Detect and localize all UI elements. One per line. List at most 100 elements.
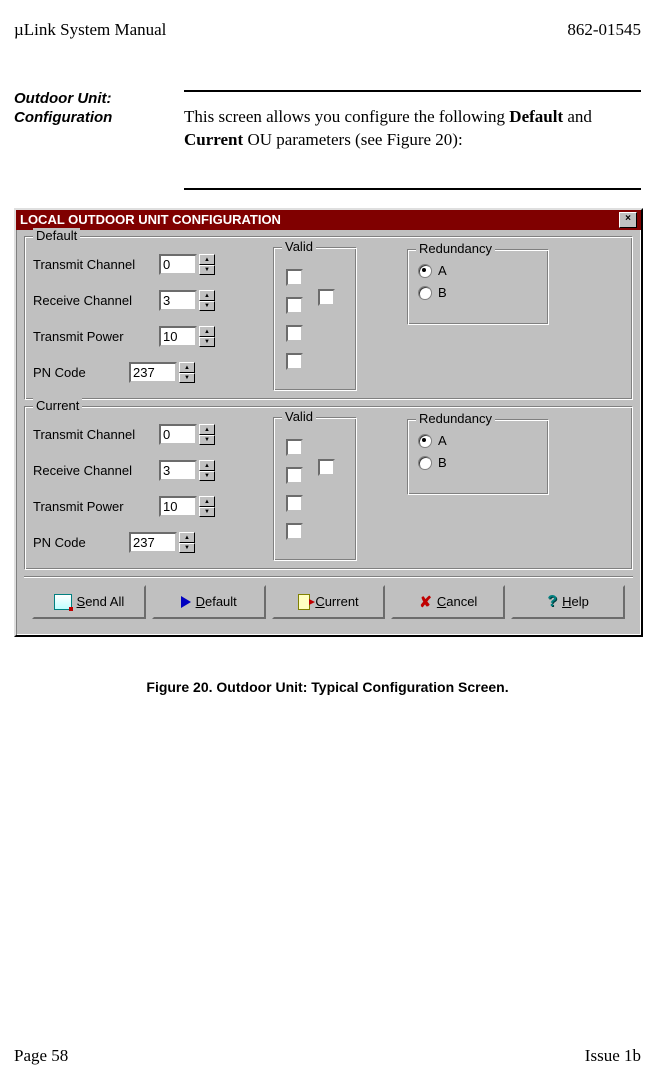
send-all-button[interactable]: Send All [32,585,146,619]
current-valid-check-4[interactable] [286,523,303,540]
default-valid-check-2[interactable] [286,297,303,314]
issue-number: Issue 1b [585,1046,641,1066]
default-button[interactable]: Default [152,585,266,619]
current-valid-check-3[interactable] [286,495,303,512]
current-tx-power-input[interactable] [159,496,197,517]
current-button[interactable]: Current [272,585,386,619]
dialog-title: LOCAL OUTDOOR UNIT CONFIGURATION [20,212,281,227]
help-button[interactable]: ? Help [511,585,625,619]
group-default-legend: Default [33,228,80,243]
default-valid-group: Valid [273,247,357,391]
default-pn-code-input[interactable] [129,362,177,383]
group-default: Default Transmit Channel ▲▼ Receive Chan… [24,236,633,400]
radio-icon[interactable] [418,456,432,470]
spin-down-icon[interactable]: ▼ [199,301,215,312]
current-tx-channel-spinner[interactable]: ▲▼ [159,424,215,445]
current-redundancy-a-row[interactable]: A [418,430,538,452]
page-footer: Page 58 Issue 1b [14,1046,641,1066]
spin-up-icon[interactable]: ▲ [199,254,215,265]
current-pn-code-input[interactable] [129,532,177,553]
current-valid-check-2[interactable] [286,467,303,484]
default-redundancy-group: Redundancy A B [407,249,549,325]
spin-up-icon[interactable]: ▲ [199,496,215,507]
current-redundancy-group: Redundancy A B [407,419,549,495]
current-redundancy-a-label: A [438,433,447,448]
group-current-legend: Current [33,398,82,413]
current-valid-check-1[interactable] [286,439,303,456]
arrow-right-icon [181,596,191,608]
default-valid-check-3[interactable] [286,325,303,342]
default-accel: D [196,594,205,609]
spin-up-icon[interactable]: ▲ [179,532,195,543]
help-text: elp [571,594,588,609]
default-tx-channel-label: Transmit Channel [33,257,153,272]
default-valid-check-1[interactable] [286,269,303,286]
doc-title: µLink System Manual [14,20,166,40]
close-button[interactable]: × [619,212,637,228]
default-redundancy-a-row[interactable]: A [418,260,538,282]
cancel-accel: C [437,594,446,609]
current-tx-power-spinner[interactable]: ▲▼ [159,496,215,517]
current-text: urrent [325,594,359,609]
spin-down-icon[interactable]: ▼ [199,471,215,482]
outdoor-unit-side-title: Outdoor Unit: Configuration [14,90,164,190]
current-valid-check-extra[interactable] [318,459,335,476]
spin-down-icon[interactable]: ▼ [199,265,215,276]
default-valid-check-4[interactable] [286,353,303,370]
radio-icon[interactable] [418,264,432,278]
spin-up-icon[interactable]: ▲ [199,326,215,337]
spin-down-icon[interactable]: ▼ [179,373,195,384]
body-text: This screen allows you configure the fol… [184,107,509,126]
current-fields: Transmit Channel ▲▼ Receive Channel ▲▼ [33,417,263,561]
side-title-line2: Configuration [14,109,112,126]
current-rx-channel-spinner[interactable]: ▲▼ [159,460,215,481]
current-redundancy-b-row[interactable]: B [418,452,538,474]
default-pn-code-label: PN Code [33,365,123,380]
page-number: Page 58 [14,1046,68,1066]
current-accel: C [315,594,324,609]
send-all-accel: S [77,594,86,609]
body-bold-current: Current [184,130,243,149]
current-valid-legend: Valid [282,409,316,424]
cancel-button[interactable]: ✘ Cancel [391,585,505,619]
current-rx-channel-input[interactable] [159,460,197,481]
door-arrow-icon [298,594,310,610]
section-body: This screen allows you configure the fol… [184,90,641,190]
spin-down-icon[interactable]: ▼ [199,435,215,446]
body-text-and: and [563,107,592,126]
default-rx-channel-spinner[interactable]: ▲▼ [159,290,215,311]
doc-header: µLink System Manual 862-01545 [14,20,641,40]
default-redundancy-a-label: A [438,263,447,278]
body-bold-default: Default [509,107,563,126]
default-tx-power-input[interactable] [159,326,197,347]
default-fields: Transmit Channel ▲▼ Receive Channel ▲▼ [33,247,263,391]
current-pn-code-label: PN Code [33,535,123,550]
default-pn-code-spinner[interactable]: ▲▼ [129,362,195,383]
spin-up-icon[interactable]: ▲ [179,362,195,373]
current-tx-channel-input[interactable] [159,424,197,445]
doc-number: 862-01545 [567,20,641,40]
default-tx-power-spinner[interactable]: ▲▼ [159,326,215,347]
default-rx-channel-label: Receive Channel [33,293,153,308]
spin-up-icon[interactable]: ▲ [199,460,215,471]
cancel-x-icon: ✘ [419,593,432,611]
default-valid-legend: Valid [282,239,316,254]
radio-icon[interactable] [418,434,432,448]
default-rx-channel-input[interactable] [159,290,197,311]
current-redundancy-b-label: B [438,455,447,470]
default-tx-channel-spinner[interactable]: ▲▼ [159,254,215,275]
section-row: Outdoor Unit: Configuration This screen … [14,90,641,190]
current-redundancy-legend: Redundancy [416,411,495,426]
current-rx-channel-label: Receive Channel [33,463,153,478]
default-valid-check-extra[interactable] [318,289,335,306]
spin-down-icon[interactable]: ▼ [199,507,215,518]
spin-down-icon[interactable]: ▼ [199,337,215,348]
default-redundancy-b-row[interactable]: B [418,282,538,304]
default-tx-channel-input[interactable] [159,254,197,275]
spin-up-icon[interactable]: ▲ [199,424,215,435]
cancel-text: ancel [446,594,477,609]
current-pn-code-spinner[interactable]: ▲▼ [129,532,195,553]
radio-icon[interactable] [418,286,432,300]
spin-down-icon[interactable]: ▼ [179,543,195,554]
spin-up-icon[interactable]: ▲ [199,290,215,301]
